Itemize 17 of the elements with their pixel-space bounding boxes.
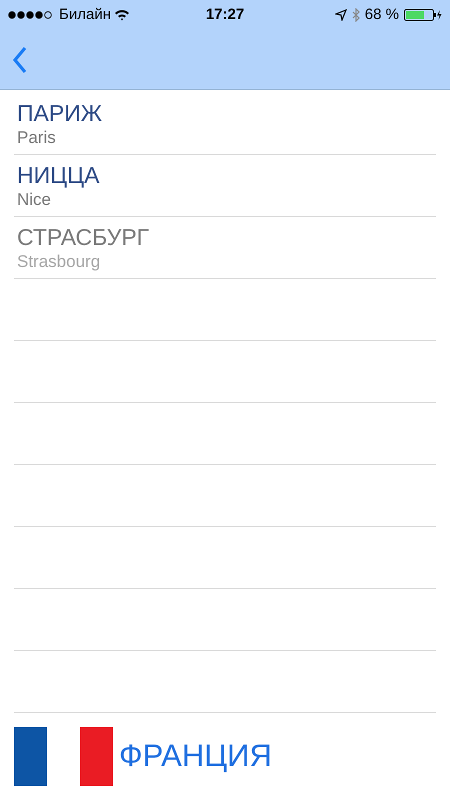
wifi-icon	[114, 9, 130, 21]
city-name: ПАРИЖ	[17, 98, 103, 126]
city-name: НИЦЦА	[17, 160, 101, 188]
clock-time: 17:27	[204, 4, 246, 25]
city-name: СТРАСБУРГ	[17, 222, 150, 250]
country-name: ФРАНЦИЯ	[119, 737, 272, 776]
city-subtitle: Strasbourg	[17, 250, 102, 272]
city-row[interactable]: ПАРИЖ Paris	[14, 93, 436, 155]
city-subtitle: Paris	[17, 126, 57, 148]
carrier-name: Билайн	[59, 4, 111, 25]
flag-icon	[14, 727, 113, 786]
city-row[interactable]: НИЦЦА Nice	[14, 155, 436, 217]
location-arrow-icon	[334, 9, 347, 21]
battery-charging-icon	[404, 9, 442, 21]
battery-percent: 68 %	[364, 4, 399, 25]
city-subtitle: Nice	[17, 188, 52, 210]
bluetooth-icon	[352, 8, 360, 22]
